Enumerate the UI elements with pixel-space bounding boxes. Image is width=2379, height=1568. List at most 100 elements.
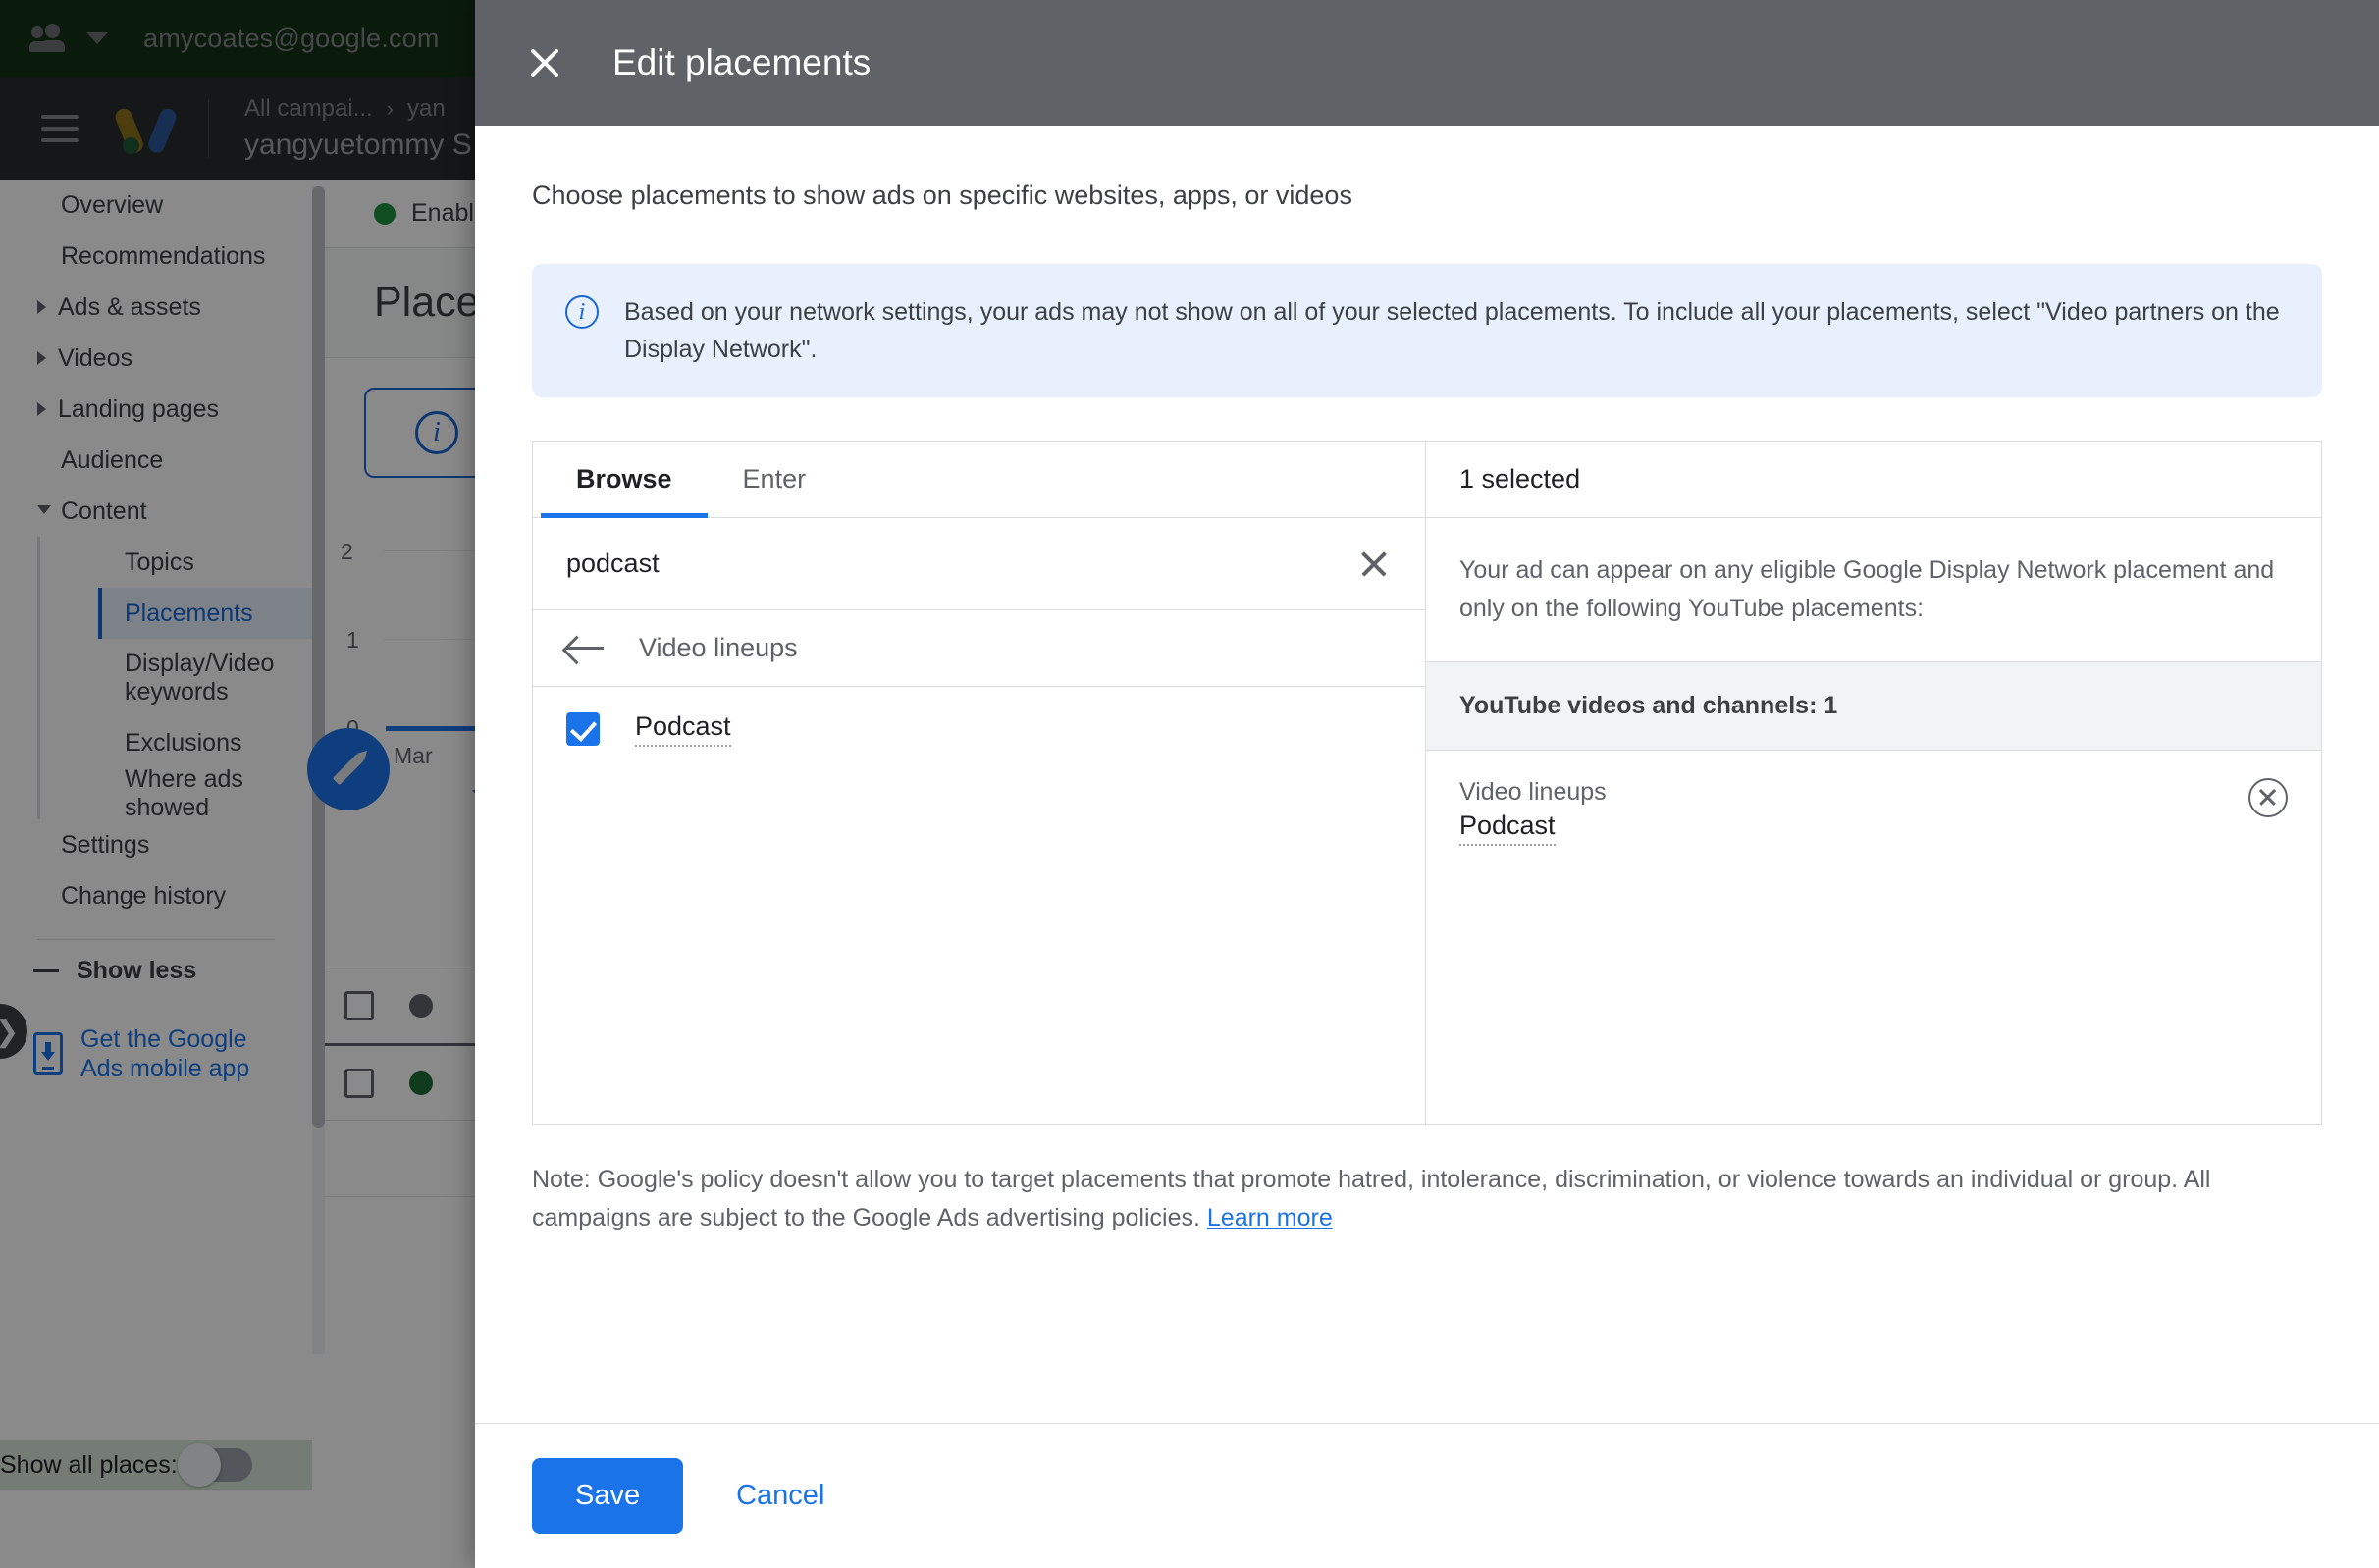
sidebar-item-label: Settings	[61, 830, 150, 859]
sidebar-item-label: Videos	[58, 343, 132, 372]
learn-more-link[interactable]: Learn more	[1207, 1204, 1333, 1231]
status-dot-icon	[409, 1071, 433, 1095]
y-axis-tick: 1	[346, 627, 359, 653]
show-all-places-toggle[interactable]: Show all places:	[0, 1442, 252, 1488]
sidebar-item-videos[interactable]: Videos	[0, 333, 312, 384]
nav-divider	[208, 98, 209, 158]
selected-panel: 1 selected Your ad can appear on any eli…	[1426, 442, 2321, 1124]
account-name: yangyuetommy S	[244, 128, 472, 161]
placement-picker: Browse Enter Video lineups Podcast	[532, 441, 2322, 1125]
toggle-knob	[177, 1443, 221, 1487]
sidebar-item-change-history[interactable]: Change history	[0, 870, 312, 921]
breadcrumb: All campai... › yan yangyuetommy S	[244, 95, 472, 162]
x-axis-tick: Mar	[394, 743, 433, 768]
result-checkbox[interactable]	[566, 712, 600, 746]
sidebar-item-label: Where ads showed	[125, 765, 243, 821]
tab-enter[interactable]: Enter	[708, 442, 842, 517]
sidebar-item-label: Ads & assets	[58, 292, 201, 321]
selected-item-name: Podcast	[1459, 810, 1556, 846]
mobile-download-icon	[33, 1032, 63, 1075]
edit-fab-button[interactable]	[307, 728, 390, 810]
breadcrumb-label: Video lineups	[639, 633, 798, 662]
y-axis-tick: 2	[341, 539, 353, 564]
result-label: Podcast	[635, 711, 731, 747]
sidebar-item-topics[interactable]: Topics	[101, 537, 312, 588]
sidebar-nav: Overview Recommendations Ads & assets Vi…	[0, 180, 312, 1568]
search-input[interactable]	[566, 549, 1356, 579]
sidebar-item-label: Exclusions	[125, 728, 242, 757]
dialog-body: Choose placements to show ads on specifi…	[475, 126, 2379, 1423]
dialog-subheading: Choose placements to show ads on specifi…	[532, 181, 1352, 210]
sidebar-item-landing-pages[interactable]: Landing pages	[0, 384, 312, 435]
toggle-switch[interactable]	[177, 1443, 252, 1487]
sidebar-item-content[interactable]: Content	[0, 486, 312, 537]
scrollbar-thumb[interactable]	[312, 186, 325, 1128]
sidebar-item-exclusions[interactable]: Exclusions	[101, 717, 312, 768]
selected-info-text: Your ad can appear on any eligible Googl…	[1426, 518, 2321, 662]
people-icon	[29, 24, 73, 53]
sidebar-item-settings[interactable]: Settings	[0, 819, 312, 870]
browse-breadcrumb: Video lineups	[533, 610, 1425, 687]
minus-icon	[33, 968, 59, 972]
triangle-right-icon	[37, 351, 46, 365]
picker-tabs: Browse Enter	[533, 442, 1425, 518]
chevron-down-icon[interactable]	[86, 32, 108, 44]
sidebar-item-display-video-keywords[interactable]: Display/Video keywords	[101, 639, 312, 717]
account-email: amycoates@google.com	[143, 23, 440, 53]
sidebar-item-label: Display/Video keywords	[125, 650, 275, 706]
dialog-header: Edit placements	[475, 0, 2379, 126]
breadcrumb-parent[interactable]: All campai...	[244, 95, 373, 123]
chevron-right-icon: ›	[386, 95, 395, 121]
show-less-button[interactable]: Show less	[0, 940, 312, 1001]
selected-item-category: Video lineups	[1459, 777, 1607, 806]
cancel-button[interactable]: Cancel	[718, 1470, 842, 1522]
show-less-label: Show less	[77, 956, 197, 984]
policy-note-text: Note: Google's policy doesn't allow you …	[532, 1166, 2211, 1231]
remove-circle-x-icon[interactable]	[2248, 777, 2288, 817]
pencil-edit-icon	[332, 753, 365, 786]
save-button[interactable]: Save	[532, 1458, 684, 1534]
triangle-down-icon	[37, 504, 51, 521]
mobile-app-line1: Get the Google	[80, 1025, 247, 1053]
info-circle-icon: i	[565, 295, 599, 329]
network-settings-banner: i Based on your network settings, your a…	[532, 264, 2322, 397]
arrow-back-icon[interactable]	[566, 635, 604, 662]
dialog-footer: Save Cancel	[475, 1423, 2379, 1568]
hamburger-menu-icon[interactable]	[41, 107, 79, 150]
sidebar-item-where-ads-showed[interactable]: Where ads showed	[101, 765, 312, 821]
status-dot-icon	[409, 993, 433, 1018]
sidebar-item-label: Recommendations	[61, 241, 266, 270]
sidebar-item-recommendations[interactable]: Recommendations	[0, 231, 312, 282]
sidebar-item-label: Topics	[125, 548, 194, 576]
sidebar-item-label: Overview	[61, 190, 164, 219]
banner-text: Based on your network settings, your ads…	[624, 298, 2280, 363]
tab-browse[interactable]: Browse	[541, 442, 708, 518]
show-all-places-label: Show all places:	[0, 1450, 178, 1479]
selected-group-label: YouTube videos and channels: 1	[1426, 661, 2321, 751]
list-item[interactable]: Podcast	[533, 687, 1425, 771]
sidebar-item-ads-assets[interactable]: Ads & assets	[0, 282, 312, 333]
status-dot-enabled-icon	[374, 202, 396, 225]
search-row	[533, 518, 1425, 610]
google-ads-logo-icon	[113, 103, 179, 155]
close-x-icon[interactable]	[522, 40, 567, 85]
clear-x-icon[interactable]	[1356, 547, 1392, 582]
sidebar-content-children: Topics Placements Display/Video keywords…	[37, 537, 312, 821]
breadcrumb-trail[interactable]: yan	[407, 95, 446, 123]
get-mobile-app-link[interactable]: Get the Google Ads mobile app	[0, 1024, 312, 1083]
chevron-right-icon: ❯	[0, 1015, 20, 1049]
sidebar-item-label: Audience	[61, 445, 164, 474]
sidebar-item-audience[interactable]: Audience	[0, 435, 312, 486]
selected-item: Video lineups Podcast	[1426, 751, 2321, 873]
sidebar-item-overview[interactable]: Overview	[0, 180, 312, 231]
sidebar-item-label: Content	[61, 497, 147, 525]
row-checkbox[interactable]	[344, 990, 374, 1020]
edit-placements-dialog: Edit placements Choose placements to sho…	[475, 0, 2379, 1568]
sidebar-item-label: Change history	[61, 881, 227, 910]
sidebar-item-placements[interactable]: Placements	[98, 588, 312, 639]
triangle-right-icon	[37, 300, 46, 314]
policy-note: Note: Google's policy doesn't allow you …	[532, 1161, 2322, 1237]
triangle-right-icon	[37, 402, 46, 416]
row-checkbox[interactable]	[344, 1068, 374, 1098]
browse-panel: Browse Enter Video lineups Podcast	[533, 442, 1426, 1124]
